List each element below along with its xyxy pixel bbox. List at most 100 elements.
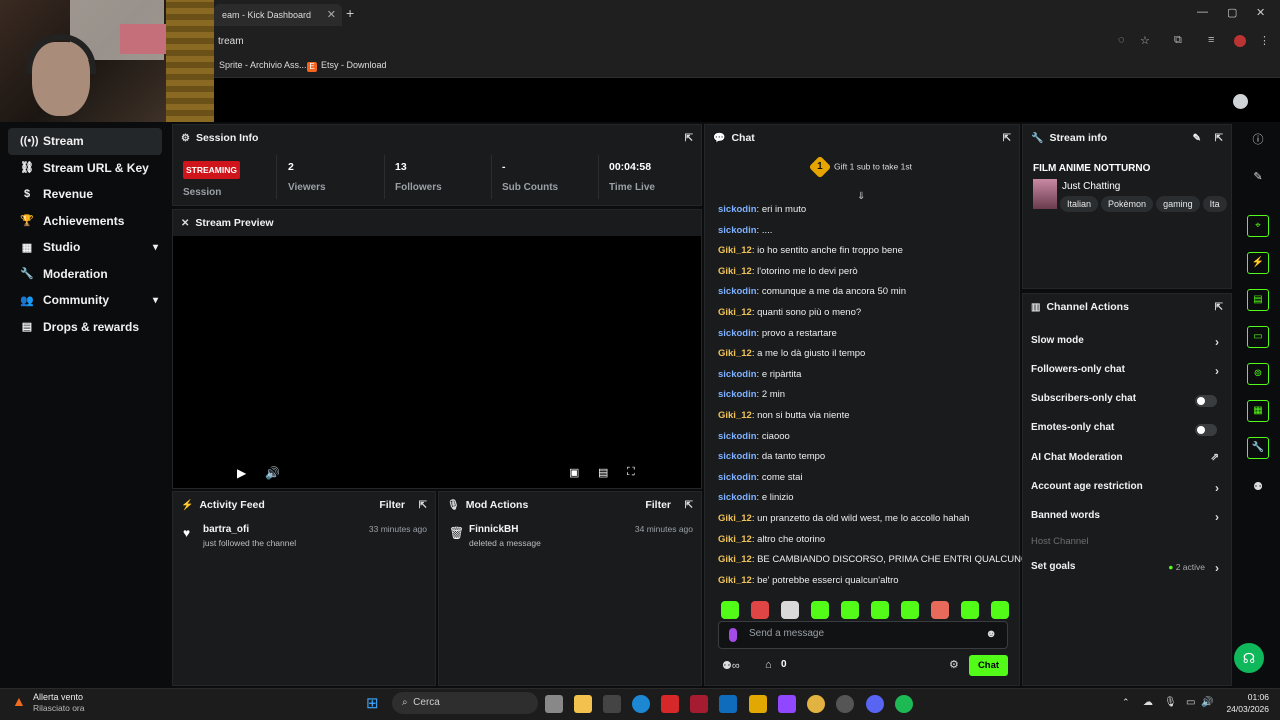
bookmark-sprite[interactable]: Sprite - Archivio Ass... [219, 60, 307, 70]
file-explorer-icon[interactable] [574, 695, 592, 713]
popout-icon[interactable]: ⇱ [685, 500, 693, 511]
sidebar-item-community[interactable]: 👥 Community ▾ [8, 287, 168, 314]
chevron-down-icon[interactable]: ▾ [153, 295, 158, 306]
chat-icon[interactable]: ▭ [1247, 326, 1269, 348]
spotify-icon[interactable] [895, 695, 913, 713]
edge-icon[interactable] [632, 695, 650, 713]
emote-icon[interactable] [961, 601, 979, 619]
chat-username[interactable]: sickodin [718, 369, 757, 380]
emote-icon[interactable] [811, 601, 829, 619]
new-tab-icon[interactable]: + [346, 5, 354, 21]
chat-username[interactable]: Giki_12 [718, 307, 752, 318]
taskbar-search[interactable]: ⌕ Cerca [392, 692, 538, 714]
gift-sub-banner[interactable]: 1 Gift 1 sub to take 1st [705, 155, 1019, 179]
chat-username[interactable]: sickodin [718, 286, 757, 297]
support-fab-icon[interactable]: ☊ [1234, 643, 1264, 673]
browser-tab[interactable]: eam - Kick Dashboard ✕ [214, 4, 342, 26]
chevron-down-icon[interactable]: ▾ [153, 242, 158, 253]
popout-icon[interactable]: ⇱ [685, 133, 693, 144]
chat-username[interactable]: sickodin [718, 472, 757, 483]
popout-icon[interactable]: ⇱ [1003, 133, 1011, 144]
windows-start-icon[interactable]: ⊞ [366, 694, 379, 712]
followers-only-row[interactable]: Followers-only chat › [1031, 364, 1223, 384]
pinned-arrow-icon[interactable]: ⇓ [857, 191, 865, 202]
sidebar-item-revenue[interactable]: $ Revenue [8, 181, 168, 208]
set-goals-row[interactable]: Set goals ● 2 active › [1031, 561, 1223, 581]
bolt-icon[interactable]: ⚡ [1247, 252, 1269, 274]
filter-button[interactable]: Filter [645, 499, 671, 511]
twitch-icon[interactable] [778, 695, 796, 713]
app-l-icon[interactable] [661, 695, 679, 713]
users-icon[interactable]: ⚉ [1247, 476, 1269, 498]
chat-username[interactable]: Giki_12 [718, 266, 752, 277]
gear-icon[interactable]: ⚙ [949, 658, 959, 671]
account-age-row[interactable]: Account age restriction › [1031, 481, 1223, 501]
tab-close-icon[interactable]: ✕ [327, 8, 336, 21]
eye-off-icon[interactable]: ◌ [1118, 34, 1125, 46]
chat-username[interactable]: sickodin [718, 492, 757, 503]
users-infinity-icon[interactable]: ⚉∞ [722, 659, 740, 672]
emote-icon[interactable] [841, 601, 859, 619]
kebab-menu-icon[interactable]: ⋮ [1259, 34, 1270, 47]
popout-icon[interactable]: ⇱ [1215, 133, 1223, 144]
tray-volume-icon[interactable]: 🔊 [1201, 697, 1213, 708]
emotes-only-toggle[interactable] [1195, 424, 1217, 436]
obs-icon[interactable] [836, 695, 854, 713]
emote-icon[interactable] [721, 601, 739, 619]
banned-words-row[interactable]: Banned words › [1031, 510, 1223, 530]
chat-username[interactable]: Giki_12 [718, 410, 752, 421]
subscribers-only-toggle[interactable] [1195, 395, 1217, 407]
emoji-icon[interactable]: ☻ [985, 628, 997, 640]
ai-moderation-row[interactable]: AI Chat Moderation ⇗ [1031, 452, 1223, 472]
pencil-icon[interactable]: ✎ [1247, 166, 1269, 188]
minimize-icon[interactable]: — [1197, 6, 1208, 18]
chat-username[interactable]: Giki_12 [718, 513, 752, 524]
user-avatar[interactable] [1233, 94, 1248, 109]
sidebar-item-achievements[interactable]: 🏆 Achievements [8, 208, 168, 235]
emote-icon[interactable] [781, 601, 799, 619]
wrench-icon[interactable]: 🔧 [1247, 437, 1269, 459]
tray-network-icon[interactable]: ▭ [1186, 697, 1195, 708]
mcafee-icon[interactable] [690, 695, 708, 713]
profile-avatar[interactable] [1234, 35, 1246, 47]
chat-username[interactable]: Giki_12 [718, 575, 752, 586]
playlist-icon[interactable]: ≡ [1208, 34, 1214, 46]
emote-icon[interactable] [991, 601, 1009, 619]
volume-icon[interactable]: 🔊 [265, 466, 280, 480]
pip-icon[interactable]: ▣ [569, 466, 579, 479]
chat-username[interactable]: Giki_12 [718, 554, 752, 565]
app-icon[interactable] [749, 695, 767, 713]
chat-username[interactable]: sickodin [718, 451, 757, 462]
mic-icon[interactable] [729, 628, 737, 642]
fullscreen-icon[interactable]: ⛶ [627, 466, 635, 479]
edit-icon[interactable]: ✎ [1193, 133, 1201, 144]
popout-icon[interactable]: ⇱ [419, 500, 427, 511]
tray-mic-icon[interactable]: 🎙 [1164, 697, 1177, 708]
layout-icon[interactable]: ▦ [1247, 400, 1269, 422]
star-icon[interactable]: ☆ [1140, 34, 1150, 47]
chrome-icon[interactable] [807, 695, 825, 713]
clock-time[interactable]: 01:06 [1219, 692, 1269, 702]
window-close-icon[interactable]: ✕ [1256, 6, 1265, 19]
tray-chevron-icon[interactable]: ⌃ [1122, 697, 1130, 708]
url-field[interactable]: tream [214, 33, 1164, 51]
target-icon[interactable]: ⌖ [1247, 215, 1269, 237]
extensions-icon[interactable]: ⧉ [1174, 34, 1182, 47]
popout-icon[interactable]: ⇱ [1215, 302, 1223, 313]
maximize-icon[interactable]: ▢ [1227, 6, 1237, 19]
emote-icon[interactable] [751, 601, 769, 619]
task-view-icon[interactable] [545, 695, 563, 713]
broadcast-icon[interactable]: ⊚ [1247, 363, 1269, 385]
send-chat-button[interactable]: Chat [969, 655, 1008, 676]
chat-username[interactable]: sickodin [718, 328, 757, 339]
sidebar-item-moderation[interactable]: 🔧 Moderation [8, 261, 168, 288]
emote-icon[interactable] [871, 601, 889, 619]
sidebar-item-studio[interactable]: ▦ Studio ▾ [8, 234, 168, 261]
weather-title[interactable]: Allerta vento [33, 692, 83, 702]
outlook-icon[interactable] [719, 695, 737, 713]
chat-input[interactable] [749, 628, 969, 639]
emote-icon[interactable] [931, 601, 949, 619]
tray-cloud-icon[interactable]: ☁ [1143, 697, 1153, 708]
store-icon[interactable]: ⌂ [765, 659, 772, 671]
chat-username[interactable]: sickodin [718, 225, 757, 236]
